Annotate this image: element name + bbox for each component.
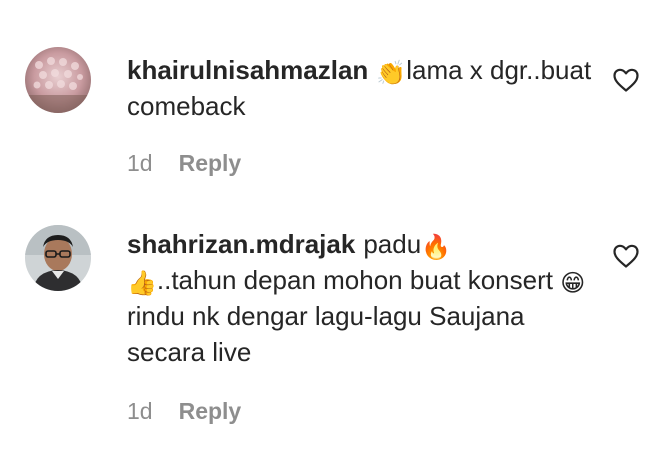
avatar[interactable] (25, 47, 91, 113)
comment-body: rindu nk dengar lagu-lagu Saujana secara… (127, 301, 525, 367)
comment-text: shahrizan.mdrajak padu🔥 👍..tahun depan mo… (127, 226, 597, 370)
comment-username[interactable]: shahrizan.mdrajak (127, 229, 355, 259)
comment-body: padu (363, 229, 422, 259)
comment-meta: 1d Reply (127, 150, 241, 177)
fire-icon: 🔥 (421, 233, 452, 261)
comment-username[interactable]: khairulnisahmazlan (127, 55, 368, 85)
heart-outline-icon[interactable] (612, 67, 640, 93)
comment-age: 1d (127, 398, 153, 424)
thumbs-up-icon: 👍 (127, 269, 157, 297)
avatar[interactable] (25, 225, 91, 291)
reply-button[interactable]: Reply (179, 398, 242, 425)
comment-body: ..tahun depan mohon buat konsert (156, 265, 561, 295)
clapping-hands-icon: 👏 (376, 59, 407, 87)
comment-age: 1d (127, 150, 153, 176)
grinning-face-icon: 😁 (560, 269, 586, 297)
reply-button[interactable]: Reply (179, 150, 242, 177)
comment-text: khairulnisahmazlan 👏lama x dgr..buat come… (127, 52, 597, 124)
comment-meta: 1d Reply (127, 398, 241, 425)
heart-outline-icon[interactable] (612, 243, 640, 269)
